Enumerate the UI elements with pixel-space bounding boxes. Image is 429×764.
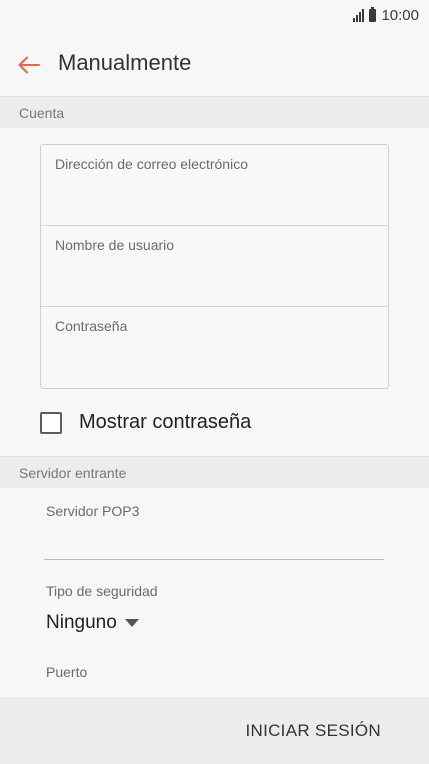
password-field[interactable]: Contraseña bbox=[41, 307, 388, 388]
security-type-dropdown[interactable]: Ninguno bbox=[46, 612, 139, 634]
bottom-action-bar: INICIAR SESIÓN bbox=[0, 697, 429, 764]
app-bar: Manualmente bbox=[0, 34, 429, 96]
screen-title: Manualmente bbox=[58, 50, 192, 75]
arrow-left-icon bbox=[18, 56, 40, 74]
email-field-label: Dirección de correo electrónico bbox=[55, 156, 248, 172]
account-form-card: Dirección de correo electrónico Nombre d… bbox=[40, 144, 389, 389]
username-field-label: Nombre de usuario bbox=[55, 237, 175, 253]
port-label: Puerto bbox=[46, 664, 88, 680]
signal-icon bbox=[353, 9, 365, 22]
username-field[interactable]: Nombre de usuario bbox=[41, 226, 388, 307]
show-password-row[interactable]: Mostrar contraseña bbox=[40, 411, 251, 434]
security-type-label: Tipo de seguridad bbox=[46, 583, 158, 599]
back-button[interactable] bbox=[12, 48, 46, 82]
signin-button[interactable]: INICIAR SESIÓN bbox=[245, 721, 381, 741]
password-field-label: Contraseña bbox=[55, 318, 128, 334]
status-bar: 10:00 bbox=[0, 0, 429, 34]
pop3-server-label: Servidor POP3 bbox=[46, 503, 140, 519]
pop3-server-input[interactable] bbox=[44, 525, 384, 560]
status-icons: 10:00 bbox=[353, 7, 419, 24]
section-header-account: Cuenta bbox=[0, 96, 429, 128]
show-password-label[interactable]: Mostrar contraseña bbox=[79, 411, 251, 434]
manual-setup-screen: 10:00 Manualmente Cuenta Dirección de co… bbox=[0, 0, 429, 764]
security-type-value: Ninguno bbox=[46, 612, 117, 633]
dropdown-arrow-icon bbox=[124, 619, 139, 627]
email-field[interactable]: Dirección de correo electrónico bbox=[41, 145, 388, 226]
show-password-checkbox[interactable] bbox=[40, 411, 62, 434]
status-time: 10:00 bbox=[381, 7, 419, 24]
section-header-incoming-server: Servidor entrante bbox=[0, 456, 429, 488]
battery-icon bbox=[369, 7, 377, 22]
